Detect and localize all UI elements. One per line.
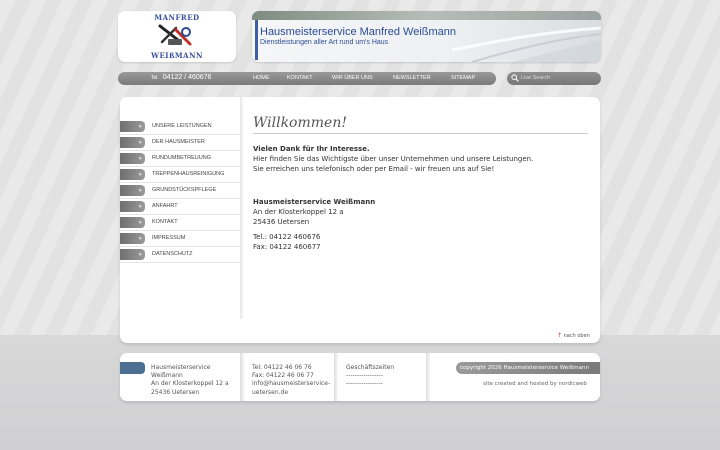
welcome-text-2: Sie erreichen uns telefonisch oder per E… bbox=[253, 165, 495, 173]
phone-display: Tel. 04122 / 460676 bbox=[151, 74, 211, 81]
sidebar-menu: UNSERE LEISTUNGEN DER HAUSMEISTER RUNDUM… bbox=[120, 119, 240, 263]
sidebar-item-kontakt[interactable]: KONTAKT bbox=[120, 215, 240, 231]
nav-newsletter[interactable]: NEWSLETTER bbox=[393, 75, 431, 81]
logo-line-1: MANFRED bbox=[154, 13, 200, 22]
footer-divider bbox=[426, 353, 431, 401]
main-content: Willkommen! Vielen Dank für Ihr Interess… bbox=[253, 115, 588, 252]
arrow-up-icon: ↑ bbox=[557, 332, 563, 339]
sidebar-item-label: TREPPENHAUSREINIGUNG bbox=[152, 171, 225, 177]
nav-wir-ueber-uns[interactable]: WIR ÜBER UNS bbox=[332, 75, 373, 81]
sidebar-item-impressum[interactable]: IMPRESSUM bbox=[120, 231, 240, 247]
chevron-right-icon bbox=[120, 153, 145, 164]
copyright-bar: copyright 2026 Hausmeisterservice Weißma… bbox=[456, 362, 600, 374]
company-street: An der Klosterkoppel 12 a bbox=[253, 208, 344, 216]
chevron-right-icon bbox=[120, 201, 145, 212]
sidebar-item-anfahrt[interactable]: ANFAHRT bbox=[120, 199, 240, 215]
footer-email-link-cont[interactable]: uetersen.de bbox=[252, 389, 330, 397]
search-icon[interactable] bbox=[511, 74, 519, 82]
chevron-right-icon bbox=[120, 121, 145, 132]
footer-divider bbox=[240, 353, 245, 401]
footer-tel: Tel: 04122 46 06 76 bbox=[252, 364, 312, 371]
sidebar-item-datenschutz[interactable]: DATENSCHUTZ bbox=[120, 247, 240, 263]
back-to-top-link[interactable]: ↑ nach oben bbox=[557, 332, 590, 339]
live-search bbox=[507, 72, 601, 85]
back-to-top-label: nach oben bbox=[563, 333, 590, 339]
logo[interactable]: MANFRED WEIßMANN bbox=[118, 11, 236, 62]
chevron-right-icon bbox=[120, 217, 145, 228]
chevron-right-icon bbox=[120, 169, 145, 180]
sidebar-item-grundstueckspflege[interactable]: GRUNDSTÜCKSPFLEGE bbox=[120, 183, 240, 199]
banner-decoration bbox=[452, 26, 601, 62]
nav-sitemap[interactable]: SITEMAP bbox=[451, 75, 475, 81]
sidebar-item-label: DER HAUSMEISTER bbox=[152, 139, 205, 145]
search-input[interactable] bbox=[521, 73, 597, 83]
company-tel: Tel.: 04122 460676 bbox=[253, 233, 321, 241]
sidebar-item-label: GRUNDSTÜCKSPFLEGE bbox=[152, 187, 217, 193]
main-panel: UNSERE LEISTUNGEN DER HAUSMEISTER RUNDUM… bbox=[120, 97, 600, 343]
banner-subtitle: Dienstleistungen aller Art rund um's Hau… bbox=[260, 39, 389, 46]
header-banner: Hausmeisterservice Manfred Weißmann Dien… bbox=[252, 11, 601, 62]
chevron-right-icon bbox=[120, 233, 145, 244]
banner-title: Hausmeisterservice Manfred Weißmann bbox=[260, 26, 457, 38]
company-name: Hausmeisterservice Weißmann bbox=[253, 198, 376, 206]
page-title: Willkommen! bbox=[253, 115, 588, 134]
welcome-thanks: Vielen Dank für Ihr Interesse. bbox=[253, 145, 370, 153]
sidebar-item-label: DATENSCHUTZ bbox=[152, 251, 193, 257]
tools-logo-icon bbox=[158, 24, 192, 46]
nav-home[interactable]: HOME bbox=[253, 75, 270, 81]
sidebar-item-der-hausmeister[interactable]: DER HAUSMEISTER bbox=[120, 135, 240, 151]
footer-divider bbox=[334, 353, 339, 401]
footer-hours-line: ----------------- bbox=[346, 372, 383, 380]
chevron-right-icon bbox=[120, 249, 145, 260]
banner-photo-strip bbox=[252, 11, 601, 20]
footer-email-link[interactable]: info@hausmeisterservice- bbox=[252, 380, 330, 388]
footer-hours: Geschäftszeiten ----------------- ------… bbox=[346, 364, 394, 389]
banner-accent-bar bbox=[255, 20, 258, 60]
sidebar-item-label: IMPRESSUM bbox=[152, 235, 186, 241]
footer-hours-line: ----------------- bbox=[346, 380, 383, 388]
chevron-right-icon bbox=[120, 137, 145, 148]
welcome-text-1: Hier finden Sie das Wichtigste über unse… bbox=[253, 155, 534, 163]
sidebar-item-label: RUNDUMBETREUUNG bbox=[152, 155, 211, 161]
sidebar-item-treppenhausreinigung[interactable]: TREPPENHAUSREINIGUNG bbox=[120, 167, 240, 183]
footer-hours-title: Geschäftszeiten bbox=[346, 364, 395, 371]
footer-address-line: Weißmann bbox=[151, 372, 183, 380]
phone-prefix: Tel. bbox=[151, 75, 159, 81]
footer-address: Hausmeisterservice Weißmann An der Klost… bbox=[151, 364, 229, 397]
top-nav-bar: Tel. 04122 / 460676 HOME KONTAKT WIR ÜBER… bbox=[118, 72, 496, 85]
sidebar-item-rundumbetreuung[interactable]: RUNDUMBETREUUNG bbox=[120, 151, 240, 167]
footer-accent-tab bbox=[120, 362, 145, 374]
footer-address-line: Hausmeisterservice bbox=[151, 364, 211, 371]
copyright-text: copyright 2026 Hausmeisterservice Weißma… bbox=[460, 365, 589, 371]
phone-number: 04122 / 460676 bbox=[162, 74, 212, 81]
footer-contact: Tel: 04122 46 06 76 Fax: 04122 46 06 77 … bbox=[252, 364, 330, 397]
hosted-by-link[interactable]: site created and hosted by nordicweb bbox=[483, 381, 587, 387]
sidebar-item-label: ANFAHRT bbox=[152, 203, 178, 209]
sidebar-item-unsere-leistungen[interactable]: UNSERE LEISTUNGEN bbox=[120, 119, 240, 135]
nav-kontakt[interactable]: KONTAKT bbox=[287, 75, 313, 81]
footer: Hausmeisterservice Weißmann An der Klost… bbox=[120, 353, 600, 401]
sidebar-item-label: UNSERE LEISTUNGEN bbox=[152, 123, 212, 129]
logo-line-2: WEIßMANN bbox=[151, 51, 203, 60]
sidebar-item-label: KONTAKT bbox=[152, 219, 178, 225]
company-fax: Fax: 04122 460677 bbox=[253, 243, 321, 251]
footer-address-line: 25436 Uetersen bbox=[151, 388, 200, 396]
chevron-right-icon bbox=[120, 185, 145, 196]
company-city: 25436 Uetersen bbox=[253, 218, 310, 226]
sidebar-divider bbox=[240, 97, 244, 319]
footer-fax: Fax: 04122 46 06 77 bbox=[252, 372, 314, 380]
footer-address-line: An der Klosterkoppel 12 a bbox=[151, 380, 229, 388]
